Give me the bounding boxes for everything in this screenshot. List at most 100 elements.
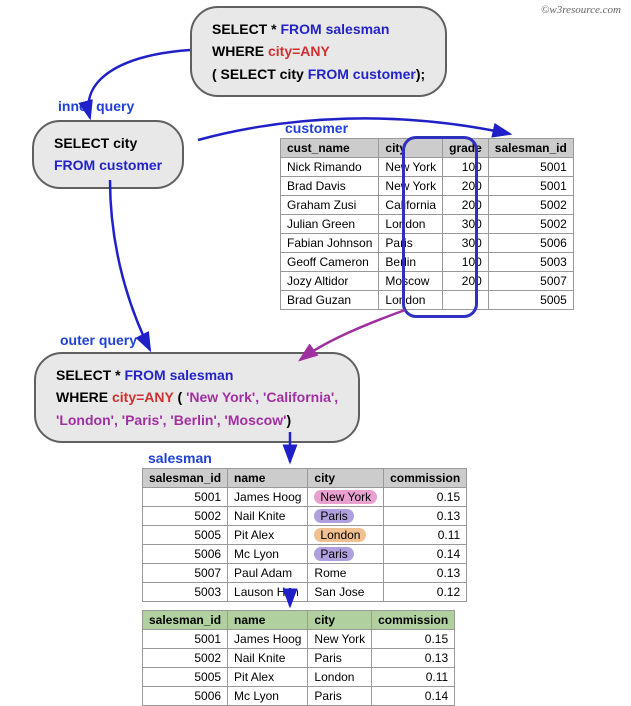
table-row: 5005Pit AlexLondon0.11 — [143, 668, 455, 687]
cell: 5003 — [488, 253, 573, 272]
table-row: Brad GuzanLondon5005 — [281, 291, 574, 310]
outer-query-box: SELECT * FROM salesman WHERE city=ANY ( … — [34, 352, 360, 443]
table-row: 5005Pit AlexLondon0.11 — [143, 526, 467, 545]
cell: Moscow — [379, 272, 443, 291]
cell: 0.15 — [372, 630, 455, 649]
city-pill: New York — [314, 490, 377, 504]
sql-text: FROM salesman — [280, 21, 389, 37]
cell: San Jose — [308, 583, 384, 602]
table-row: 5002Nail KniteParis0.13 — [143, 507, 467, 526]
cell: 5002 — [488, 215, 573, 234]
cell: 5005 — [143, 526, 228, 545]
cell: Fabian Johnson — [281, 234, 379, 253]
cell: 0.13 — [384, 564, 467, 583]
table-row: 5007Paul AdamRome0.13 — [143, 564, 467, 583]
table-row: 5001James HoogNew York0.15 — [143, 630, 455, 649]
cell: Nick Rimando — [281, 158, 379, 177]
table-row: 5001James Hoog New York 0.15 — [143, 488, 467, 507]
cell: 5006 — [488, 234, 573, 253]
cell: 0.12 — [384, 583, 467, 602]
cell: 5001 — [143, 488, 228, 507]
col-name: name — [228, 469, 308, 488]
query-line-3: ( SELECT city FROM customer); — [212, 63, 425, 85]
query-line-3: 'London', 'Paris', 'Berlin', 'Moscow') — [56, 409, 338, 431]
cell: 5007 — [143, 564, 228, 583]
col-grade: grade — [443, 139, 489, 158]
query-line-1: SELECT * FROM salesman — [56, 364, 338, 386]
cell: New York — [379, 177, 443, 196]
sql-text: ( — [174, 389, 186, 405]
cell: 5003 — [143, 583, 228, 602]
sql-text: FROM customer — [54, 154, 162, 176]
cell: 5001 — [488, 158, 573, 177]
cell: Berlin — [379, 253, 443, 272]
cell: Mc Lyon — [228, 545, 308, 564]
sql-text: WHERE — [212, 43, 268, 59]
col-commission: commission — [384, 469, 467, 488]
sql-text: ) — [286, 412, 291, 428]
cell: New York — [379, 158, 443, 177]
table-row: Brad DavisNew York2005001 — [281, 177, 574, 196]
cell: London — [308, 526, 384, 545]
table-row: 5006Mc LyonParis0.14 — [143, 545, 467, 564]
col-city: city — [379, 139, 443, 158]
cell: London — [379, 215, 443, 234]
cell: 5002 — [488, 196, 573, 215]
cell: Julian Green — [281, 215, 379, 234]
cell: 5002 — [143, 507, 228, 526]
cell — [443, 291, 489, 310]
cell: Paris — [308, 687, 372, 706]
cell: Brad Davis — [281, 177, 379, 196]
cell: Paris — [379, 234, 443, 253]
col-salesman_id: salesman_id — [143, 611, 228, 630]
sql-text: SELECT * — [212, 21, 280, 37]
table-row: Jozy AltidorMoscow2005007 — [281, 272, 574, 291]
sql-text: WHERE — [56, 389, 112, 405]
cell: Pit Alex — [228, 526, 308, 545]
table-row: Graham ZusiCalifornia2005002 — [281, 196, 574, 215]
cell: Mc Lyon — [228, 687, 308, 706]
cell: 5006 — [143, 687, 228, 706]
cell: Rome — [308, 564, 384, 583]
cell: Paris — [308, 649, 372, 668]
cell: 0.13 — [384, 507, 467, 526]
cell: 300 — [443, 234, 489, 253]
query-line-2: WHERE city=ANY ( 'New York', 'California… — [56, 386, 338, 408]
cell: Graham Zusi — [281, 196, 379, 215]
sql-text: city=ANY — [112, 389, 174, 405]
cell: New York — [308, 488, 384, 507]
cell: New York — [308, 630, 372, 649]
table-row: Nick RimandoNew York1005001 — [281, 158, 574, 177]
cell: 100 — [443, 253, 489, 272]
col-cust_name: cust_name — [281, 139, 379, 158]
col-name: name — [228, 611, 308, 630]
cell: James Hoog — [228, 630, 308, 649]
col-city: city — [308, 611, 372, 630]
cell: 5001 — [143, 630, 228, 649]
query-line-2: WHERE city=ANY — [212, 40, 425, 62]
sql-text: ( SELECT city — [212, 66, 308, 82]
cell: London — [308, 668, 372, 687]
col-salesman_id: salesman_id — [143, 469, 228, 488]
col-city: city — [308, 469, 384, 488]
top-query-box: SELECT * FROM salesman WHERE city=ANY ( … — [190, 6, 447, 97]
cell: 200 — [443, 196, 489, 215]
cell: Nail Knite — [228, 649, 308, 668]
cell: Brad Guzan — [281, 291, 379, 310]
sql-text: FROM customer — [308, 66, 416, 82]
cell: 5007 — [488, 272, 573, 291]
cell: Pit Alex — [228, 668, 308, 687]
cell: 200 — [443, 177, 489, 196]
sql-text: FROM salesman — [124, 367, 233, 383]
sql-text: 'New York', 'California', — [186, 389, 338, 405]
inner-query-label: inner query — [58, 98, 134, 114]
table-row: 5003Lauson HenSan Jose0.12 — [143, 583, 467, 602]
cell: 0.14 — [384, 545, 467, 564]
cell: Nail Knite — [228, 507, 308, 526]
cell: 0.15 — [384, 488, 467, 507]
cell: London — [379, 291, 443, 310]
cell: 100 — [443, 158, 489, 177]
cell: James Hoog — [228, 488, 308, 507]
cell: Paul Adam — [228, 564, 308, 583]
sql-text: 'London', 'Paris', 'Berlin', 'Moscow' — [56, 412, 286, 428]
